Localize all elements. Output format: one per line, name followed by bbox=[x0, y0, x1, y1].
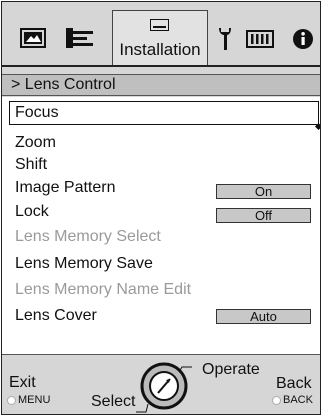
adjust-icon[interactable] bbox=[65, 27, 95, 49]
tab-installation-label: Installation bbox=[119, 40, 201, 59]
lock-value[interactable]: Off bbox=[216, 208, 311, 223]
cursor-arrow-icon bbox=[314, 122, 320, 131]
back-button-icon bbox=[272, 395, 281, 405]
picture-icon[interactable] bbox=[20, 28, 46, 48]
exit-key-label: MENU bbox=[18, 394, 51, 406]
back-label: Back bbox=[276, 375, 312, 392]
menu-window: Installation > Lens Control Focus Zoom S… bbox=[1, 1, 321, 415]
menu-button-icon bbox=[7, 395, 16, 405]
wrench-icon[interactable] bbox=[215, 26, 235, 52]
breadcrumb: > Lens Control bbox=[2, 74, 320, 96]
select-leader-lines bbox=[136, 366, 192, 413]
info-icon[interactable] bbox=[292, 28, 314, 50]
image-pattern-value[interactable]: On bbox=[216, 184, 311, 199]
category-tab-bar: Installation bbox=[2, 2, 320, 67]
lens-control-menu: Focus Zoom Shift Image Pattern On Lock O… bbox=[2, 97, 320, 355]
menu-item-shift[interactable]: Shift bbox=[15, 156, 47, 174]
exit-key-hint: MENU bbox=[7, 394, 50, 406]
menu-item-zoom[interactable]: Zoom bbox=[15, 134, 56, 152]
installation-icon bbox=[150, 19, 169, 31]
select-label: Select bbox=[91, 393, 136, 410]
menu-item-lens-memory-name-edit: Lens Memory Name Edit bbox=[15, 281, 192, 298]
menu-item-lock[interactable]: Lock bbox=[15, 203, 49, 221]
menu-item-image-pattern[interactable]: Image Pattern bbox=[15, 179, 116, 197]
exit-label: Exit bbox=[9, 374, 36, 391]
operate-label: Operate bbox=[202, 361, 260, 378]
back-key-hint: BACK bbox=[272, 394, 313, 406]
back-key-label: BACK bbox=[283, 394, 313, 406]
memory-icon[interactable] bbox=[246, 30, 274, 48]
menu-item-lens-memory-save[interactable]: Lens Memory Save bbox=[15, 255, 153, 273]
menu-item-focus[interactable]: Focus bbox=[9, 101, 320, 131]
menu-item-lens-memory-select: Lens Memory Select bbox=[15, 228, 161, 245]
menu-item-lens-cover[interactable]: Lens Cover bbox=[15, 307, 97, 325]
tab-installation[interactable]: Installation bbox=[112, 10, 208, 66]
button-guide: Exit MENU Select Operate Back BACK bbox=[2, 355, 320, 414]
menu-item-focus-label: Focus bbox=[15, 104, 59, 121]
tab-bar-divider bbox=[2, 65, 320, 67]
lens-cover-value[interactable]: Auto bbox=[216, 309, 311, 324]
